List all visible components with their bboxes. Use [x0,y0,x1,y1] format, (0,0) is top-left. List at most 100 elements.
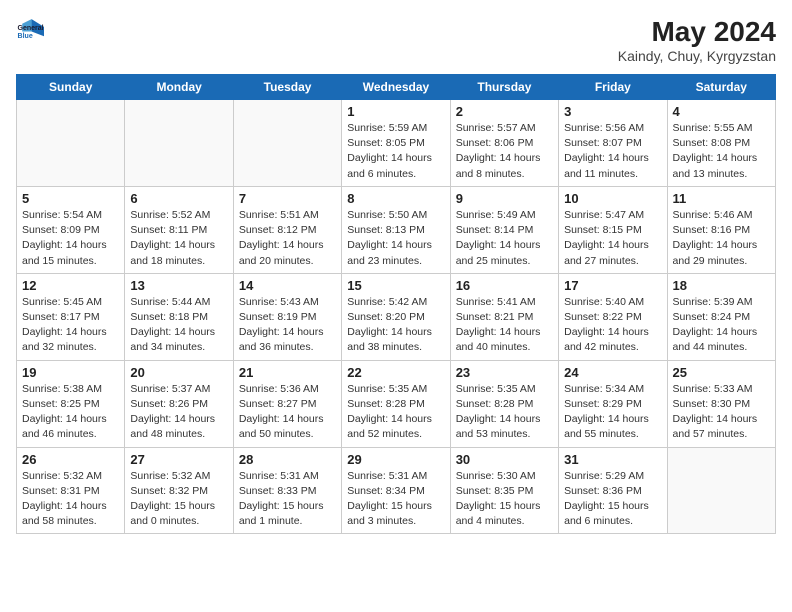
day-info: Sunrise: 5:59 AMSunset: 8:05 PMDaylight:… [347,121,444,182]
day-number: 2 [456,104,553,119]
calendar-cell: 14 Sunrise: 5:43 AMSunset: 8:19 PMDayligh… [233,273,341,360]
logo-icon: General Blue [16,16,44,44]
calendar-cell: 19 Sunrise: 5:38 AMSunset: 8:25 PMDayligh… [17,360,125,447]
calendar-cell: 2 Sunrise: 5:57 AMSunset: 8:06 PMDaylight… [450,100,558,187]
day-number: 3 [564,104,661,119]
calendar-cell: 10 Sunrise: 5:47 AMSunset: 8:15 PMDayligh… [559,186,667,273]
title-block: May 2024 Kaindy, Chuy, Kyrgyzstan [618,16,776,64]
calendar-cell: 7 Sunrise: 5:51 AMSunset: 8:12 PMDaylight… [233,186,341,273]
day-info: Sunrise: 5:32 AMSunset: 8:31 PMDaylight:… [22,469,119,530]
weekday-header: Saturday [667,75,775,100]
calendar-cell: 29Sunrise: 5:31 AMSunset: 8:34 PMDayligh… [342,447,450,534]
calendar-cell [667,447,775,534]
day-number: 18 [673,278,770,293]
page-subtitle: Kaindy, Chuy, Kyrgyzstan [618,48,776,64]
day-info: Sunrise: 5:34 AMSunset: 8:29 PMDaylight:… [564,382,661,443]
day-info: Sunrise: 5:41 AMSunset: 8:21 PMDaylight:… [456,295,553,356]
day-number: 15 [347,278,444,293]
day-info: Sunrise: 5:50 AMSunset: 8:13 PMDaylight:… [347,208,444,269]
calendar-cell [233,100,341,187]
day-number: 17 [564,278,661,293]
day-number: 13 [130,278,227,293]
calendar-cell: 31 Sunrise: 5:29 AMSunset: 8:36 PMDayligh… [559,447,667,534]
svg-text:Blue: Blue [18,33,33,40]
calendar-cell: 8 Sunrise: 5:50 AMSunset: 8:13 PMDaylight… [342,186,450,273]
calendar-table: SundayMondayTuesdayWednesdayThursdayFrid… [16,74,776,534]
day-info: Sunrise: 5:38 AMSunset: 8:25 PMDaylight:… [22,382,119,443]
day-info: Sunrise: 5:37 AMSunset: 8:26 PMDaylight:… [130,382,227,443]
day-info: Sunrise: 5:54 AMSunset: 8:09 PMDaylight:… [22,208,119,269]
calendar-week-row: 12Sunrise: 5:45 AMSunset: 8:17 PMDayligh… [17,273,776,360]
calendar-cell: 22Sunrise: 5:35 AMSunset: 8:28 PMDayligh… [342,360,450,447]
calendar-week-row: 19 Sunrise: 5:38 AMSunset: 8:25 PMDayligh… [17,360,776,447]
day-info: Sunrise: 5:46 AMSunset: 8:16 PMDaylight:… [673,208,770,269]
calendar-cell [125,100,233,187]
calendar-cell: 9 Sunrise: 5:49 AMSunset: 8:14 PMDaylight… [450,186,558,273]
calendar-cell: 1 Sunrise: 5:59 AMSunset: 8:05 PMDaylight… [342,100,450,187]
logo: General Blue [16,16,44,44]
calendar-cell: 18 Sunrise: 5:39 AMSunset: 8:24 PMDayligh… [667,273,775,360]
svg-text:General: General [18,25,44,32]
page-header: General Blue May 2024 Kaindy, Chuy, Kyrg… [16,16,776,64]
day-info: Sunrise: 5:30 AMSunset: 8:35 PMDaylight:… [456,469,553,530]
day-number: 9 [456,191,553,206]
day-number: 8 [347,191,444,206]
day-info: Sunrise: 5:56 AMSunset: 8:07 PMDaylight:… [564,121,661,182]
day-number: 10 [564,191,661,206]
day-info: Sunrise: 5:29 AMSunset: 8:36 PMDaylight:… [564,469,661,530]
day-info: Sunrise: 5:35 AMSunset: 8:28 PMDaylight:… [347,382,444,443]
calendar-cell: 4Sunrise: 5:55 AMSunset: 8:08 PMDaylight… [667,100,775,187]
calendar-cell: 6 Sunrise: 5:52 AMSunset: 8:11 PMDaylight… [125,186,233,273]
day-number: 12 [22,278,119,293]
weekday-header: Friday [559,75,667,100]
calendar-cell: 16Sunrise: 5:41 AMSunset: 8:21 PMDayligh… [450,273,558,360]
day-info: Sunrise: 5:43 AMSunset: 8:19 PMDaylight:… [239,295,336,356]
calendar-week-row: 26 Sunrise: 5:32 AMSunset: 8:31 PMDayligh… [17,447,776,534]
day-number: 30 [456,452,553,467]
day-number: 14 [239,278,336,293]
day-number: 28 [239,452,336,467]
day-number: 6 [130,191,227,206]
calendar-cell: 25 Sunrise: 5:33 AMSunset: 8:30 PMDayligh… [667,360,775,447]
day-info: Sunrise: 5:47 AMSunset: 8:15 PMDaylight:… [564,208,661,269]
weekday-header: Tuesday [233,75,341,100]
day-info: Sunrise: 5:33 AMSunset: 8:30 PMDaylight:… [673,382,770,443]
calendar-cell [17,100,125,187]
calendar-cell: 13Sunrise: 5:44 AMSunset: 8:18 PMDayligh… [125,273,233,360]
weekday-header: Wednesday [342,75,450,100]
day-info: Sunrise: 5:32 AMSunset: 8:32 PMDaylight:… [130,469,227,530]
page-title: May 2024 [618,16,776,48]
calendar-cell: 27Sunrise: 5:32 AMSunset: 8:32 PMDayligh… [125,447,233,534]
day-info: Sunrise: 5:55 AMSunset: 8:08 PMDaylight:… [673,121,770,182]
day-number: 31 [564,452,661,467]
day-info: Sunrise: 5:42 AMSunset: 8:20 PMDaylight:… [347,295,444,356]
day-number: 25 [673,365,770,380]
day-number: 26 [22,452,119,467]
weekday-header-row: SundayMondayTuesdayWednesdayThursdayFrid… [17,75,776,100]
day-number: 7 [239,191,336,206]
day-number: 5 [22,191,119,206]
day-info: Sunrise: 5:52 AMSunset: 8:11 PMDaylight:… [130,208,227,269]
day-number: 19 [22,365,119,380]
weekday-header: Monday [125,75,233,100]
day-number: 20 [130,365,227,380]
day-number: 23 [456,365,553,380]
calendar-cell: 15 Sunrise: 5:42 AMSunset: 8:20 PMDayligh… [342,273,450,360]
day-info: Sunrise: 5:57 AMSunset: 8:06 PMDaylight:… [456,121,553,182]
calendar-cell: 28 Sunrise: 5:31 AMSunset: 8:33 PMDayligh… [233,447,341,534]
day-number: 21 [239,365,336,380]
weekday-header: Thursday [450,75,558,100]
calendar-cell: 24 Sunrise: 5:34 AMSunset: 8:29 PMDayligh… [559,360,667,447]
calendar-week-row: 5 Sunrise: 5:54 AMSunset: 8:09 PMDaylight… [17,186,776,273]
calendar-cell: 20 Sunrise: 5:37 AMSunset: 8:26 PMDayligh… [125,360,233,447]
day-info: Sunrise: 5:49 AMSunset: 8:14 PMDaylight:… [456,208,553,269]
day-info: Sunrise: 5:51 AMSunset: 8:12 PMDaylight:… [239,208,336,269]
day-info: Sunrise: 5:35 AMSunset: 8:28 PMDaylight:… [456,382,553,443]
calendar-cell: 30 Sunrise: 5:30 AMSunset: 8:35 PMDayligh… [450,447,558,534]
day-number: 11 [673,191,770,206]
day-info: Sunrise: 5:39 AMSunset: 8:24 PMDaylight:… [673,295,770,356]
day-number: 1 [347,104,444,119]
calendar-week-row: 1 Sunrise: 5:59 AMSunset: 8:05 PMDaylight… [17,100,776,187]
day-number: 24 [564,365,661,380]
day-info: Sunrise: 5:31 AMSunset: 8:33 PMDaylight:… [239,469,336,530]
